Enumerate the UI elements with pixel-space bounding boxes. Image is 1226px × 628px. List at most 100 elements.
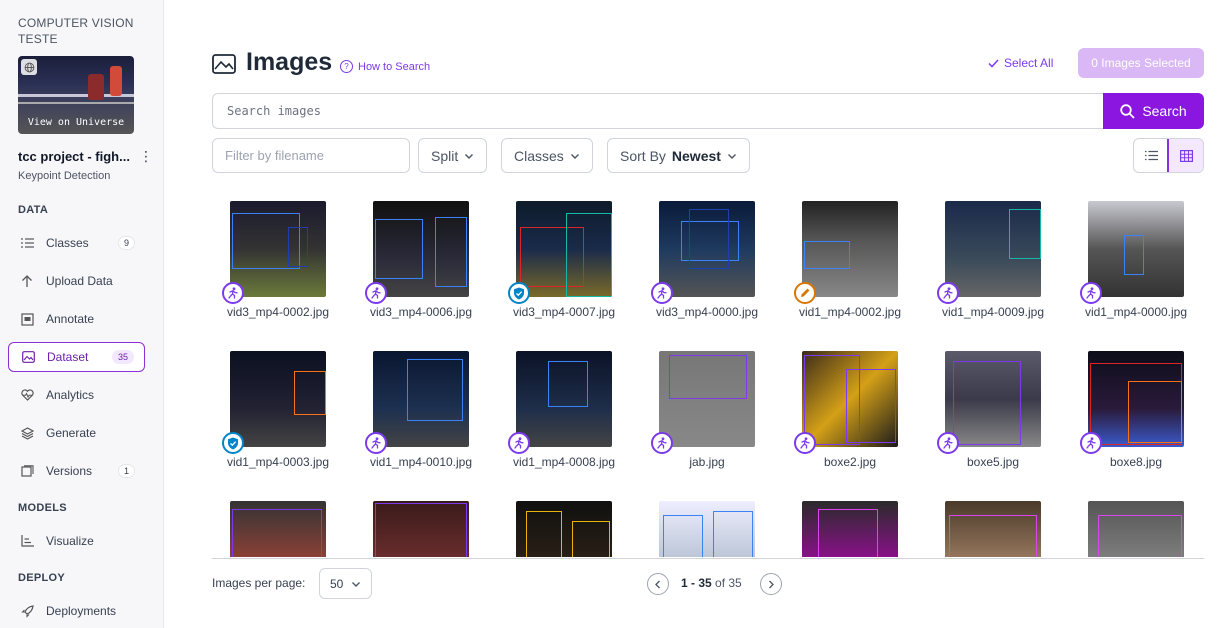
section-deploy: DEPLOY: [18, 572, 66, 584]
globe-icon: [21, 59, 37, 75]
sidebar-item-annotate[interactable]: Annotate: [8, 304, 145, 334]
filename-filter-input[interactable]: [212, 138, 410, 173]
image-thumbnail[interactable]: [659, 351, 755, 447]
image-thumbnail[interactable]: [230, 351, 326, 447]
image-card[interactable]: vid1_mp4-0010.jpg: [355, 350, 495, 480]
per-page-select[interactable]: 50: [319, 568, 372, 599]
sidebar-item-label: Dataset: [47, 350, 89, 364]
person-icon: [508, 432, 530, 454]
image-thumbnail[interactable]: [230, 501, 326, 557]
sidebar-item-versions[interactable]: Versions 1: [8, 456, 145, 486]
image-thumbnail[interactable]: [373, 501, 469, 557]
image-card[interactable]: vid1_mp4-0002.jpg: [784, 200, 924, 330]
image-card[interactable]: vid3_mp4-0000.jpg: [641, 200, 781, 330]
classes-dropdown[interactable]: Classes: [501, 138, 593, 173]
image-card[interactable]: vid1_mp4-0009.jpg: [927, 200, 1067, 330]
image-filename: boxe2.jpg: [823, 455, 877, 469]
image-card[interactable]: vid3_mp4-0006.jpg: [355, 200, 495, 330]
image-thumbnail[interactable]: [945, 501, 1041, 557]
how-to-search-label: How to Search: [358, 60, 431, 73]
images-selected-button[interactable]: 0 Images Selected: [1078, 48, 1204, 78]
image-filename: vid1_mp4-0008.jpg: [512, 455, 616, 469]
pagination-total: of 35: [715, 576, 742, 590]
sort-dropdown[interactable]: Sort By Newest: [607, 138, 750, 173]
thumb-boxer: [88, 74, 104, 100]
image-thumbnail[interactable]: [516, 351, 612, 447]
image-filename: vid3_mp4-0002.jpg: [226, 305, 330, 319]
sidebar-item-label: Classes: [46, 236, 89, 250]
sidebar-item-deployments[interactable]: Deployments: [8, 596, 145, 626]
image-thumbnail[interactable]: [373, 201, 469, 297]
image-card[interactable]: boxe8.jpg: [1070, 350, 1204, 480]
image-thumbnail[interactable]: [230, 201, 326, 297]
image-card[interactable]: [784, 500, 924, 557]
sidebar-item-label: Upload Data: [46, 274, 113, 288]
sidebar-item-classes[interactable]: Classes 9: [8, 228, 145, 258]
chart-icon: [20, 534, 34, 548]
image-card[interactable]: [498, 500, 638, 557]
prev-page-button[interactable]: [647, 573, 669, 595]
image-thumbnail[interactable]: [659, 201, 755, 297]
image-card[interactable]: [355, 500, 495, 557]
next-page-button[interactable]: [760, 573, 782, 595]
image-card[interactable]: [212, 500, 352, 557]
bounding-box: [1009, 209, 1041, 259]
image-thumbnail[interactable]: [1088, 201, 1184, 297]
grid-view-button[interactable]: [1167, 139, 1203, 172]
grid-icon: [1179, 149, 1193, 162]
image-card[interactable]: [1070, 500, 1204, 557]
image-card[interactable]: boxe5.jpg: [927, 350, 1067, 480]
person-icon: [365, 432, 387, 454]
image-card[interactable]: vid1_mp4-0008.jpg: [498, 350, 638, 480]
image-card[interactable]: vid3_mp4-0007.jpg: [498, 200, 638, 330]
image-thumbnail[interactable]: [373, 351, 469, 447]
image-thumbnail[interactable]: [516, 201, 612, 297]
image-filename: vid1_mp4-0009.jpg: [941, 305, 1045, 319]
image-filename: jab.jpg: [689, 455, 725, 469]
image-filename: vid3_mp4-0007.jpg: [512, 305, 616, 319]
bounding-box: [846, 369, 896, 443]
images-icon: [212, 54, 236, 74]
image-thumbnail[interactable]: [945, 201, 1041, 297]
sidebar-item-visualize[interactable]: Visualize: [8, 526, 145, 556]
sidebar-item-label: Visualize: [46, 534, 94, 548]
pagination-range: 1 - 35 of 35: [681, 576, 742, 590]
image-thumbnail[interactable]: [945, 351, 1041, 447]
person-icon: [1080, 432, 1102, 454]
sidebar-item-generate[interactable]: Generate: [8, 418, 145, 448]
bounding-box: [689, 209, 729, 269]
image-card[interactable]: boxe2.jpg: [784, 350, 924, 480]
image-thumbnail[interactable]: [659, 501, 755, 557]
view-toggle: [1133, 138, 1204, 173]
split-dropdown[interactable]: Split: [418, 138, 488, 173]
list-view-button[interactable]: [1134, 139, 1168, 172]
image-thumbnail[interactable]: [1088, 501, 1184, 557]
image-card[interactable]: [927, 500, 1067, 557]
images-icon: [21, 350, 35, 364]
how-to-search-link[interactable]: ? How to Search: [340, 60, 430, 73]
search-button[interactable]: Search: [1103, 93, 1204, 129]
kebab-menu-icon[interactable]: ⋮: [139, 150, 153, 164]
image-thumbnail[interactable]: [516, 501, 612, 557]
image-card[interactable]: vid1_mp4-0000.jpg: [1070, 200, 1204, 330]
sidebar-item-upload[interactable]: Upload Data: [8, 266, 145, 296]
view-on-universe-link[interactable]: View on Universe: [18, 117, 134, 128]
image-filename: boxe5.jpg: [966, 455, 1020, 469]
image-card[interactable]: vid3_mp4-0002.jpg: [212, 200, 352, 330]
image-thumbnail[interactable]: [802, 201, 898, 297]
select-all-button[interactable]: Select All: [988, 56, 1053, 70]
search-input[interactable]: [212, 93, 1104, 129]
sidebar-item-dataset[interactable]: Dataset 35: [8, 342, 145, 372]
thumb-boxer: [110, 66, 122, 96]
project-thumbnail[interactable]: View on Universe: [18, 56, 134, 134]
image-card[interactable]: vid1_mp4-0003.jpg: [212, 350, 352, 480]
image-card[interactable]: jab.jpg: [641, 350, 781, 480]
sidebar-item-label: Generate: [46, 426, 97, 440]
image-card[interactable]: [641, 500, 781, 557]
bounding-box: [1124, 235, 1144, 275]
sidebar-item-analytics[interactable]: Analytics: [8, 380, 145, 410]
image-thumbnail[interactable]: [802, 501, 898, 557]
image-filename: vid1_mp4-0000.jpg: [1084, 305, 1188, 319]
image-thumbnail[interactable]: [802, 351, 898, 447]
image-thumbnail[interactable]: [1088, 351, 1184, 447]
